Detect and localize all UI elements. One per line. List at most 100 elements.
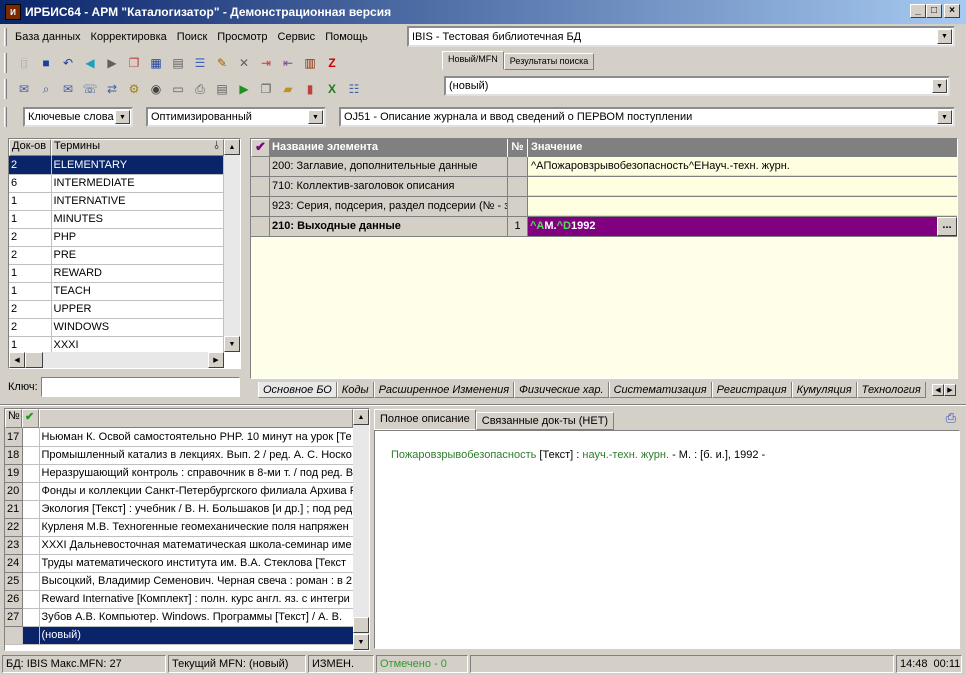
result-row[interactable]: 19 Неразрушающий контроль : справочник в … bbox=[5, 464, 354, 483]
field-value[interactable]: ^AПожаровзрывобезопасность^EНауч.-техн. … bbox=[528, 157, 957, 176]
col-terms[interactable]: Термины ⫰ bbox=[51, 139, 224, 156]
chevron-down-icon[interactable]: ▼ bbox=[932, 79, 947, 93]
result-checkbox[interactable] bbox=[22, 446, 40, 465]
chevron-down-icon[interactable]: ▼ bbox=[937, 29, 952, 44]
result-checkbox[interactable] bbox=[22, 428, 40, 447]
menu-help[interactable]: Помощь bbox=[320, 31, 373, 43]
page-tab[interactable]: Систематизация bbox=[608, 382, 712, 398]
link-icon[interactable]: ⇄ bbox=[101, 78, 123, 100]
page-tab[interactable]: Физические хар. bbox=[514, 382, 609, 398]
globalchange-icon[interactable]: ⚙ bbox=[123, 78, 145, 100]
result-checkbox[interactable] bbox=[22, 590, 40, 609]
toolbar-grip[interactable] bbox=[4, 53, 7, 73]
next-record-icon[interactable]: ▶ bbox=[101, 52, 123, 74]
dictionary-row[interactable]: 2 ELEMENTARY bbox=[9, 156, 224, 175]
menu-search[interactable]: Поиск bbox=[172, 31, 212, 43]
editor-row[interactable]: 923: Серия, подсерия, раздел подсерии (№… bbox=[251, 197, 957, 217]
result-row[interactable]: 22 Курленя М.В. Техногенные геомеханическ… bbox=[5, 518, 354, 537]
copy-icon[interactable]: ❐ bbox=[255, 78, 277, 100]
result-row[interactable]: 20 Фонды и коллекции Санкт-Петербургского… bbox=[5, 482, 354, 501]
worksheet-select[interactable]: OJ51 - Описание журнала и ввод сведений … bbox=[339, 107, 955, 127]
result-checkbox[interactable] bbox=[22, 554, 40, 573]
dictionary-row[interactable]: 2 PHP bbox=[9, 228, 224, 247]
scroll-up-icon[interactable]: ▲ bbox=[224, 139, 240, 155]
field-value[interactable] bbox=[528, 177, 957, 196]
result-checkbox[interactable] bbox=[22, 572, 40, 591]
field-value-editor[interactable]: ^AМ.^D1992... bbox=[528, 217, 957, 236]
result-checkbox[interactable] bbox=[22, 536, 40, 555]
dictionary-vscroll[interactable]: ▲ ▼ bbox=[224, 139, 240, 352]
comment-icon[interactable]: ✉ bbox=[13, 78, 35, 100]
new-record-icon[interactable]: ▯ bbox=[13, 52, 35, 74]
excel-icon[interactable]: X bbox=[321, 78, 343, 100]
tab-new-mfn[interactable]: Новый/MFN bbox=[442, 51, 504, 70]
print-icon[interactable]: ⎙ bbox=[189, 78, 211, 100]
desc-subtitle[interactable]: науч.-техн. журн. bbox=[582, 449, 669, 461]
close-button[interactable]: × bbox=[944, 4, 960, 18]
scroll-thumb[interactable] bbox=[353, 617, 369, 633]
dictionary-row[interactable]: 2 UPPER bbox=[9, 300, 224, 319]
ellipsis-button[interactable]: ... bbox=[937, 217, 957, 236]
scroll-down-icon[interactable]: ▼ bbox=[353, 634, 369, 650]
view-icon[interactable]: ◉ bbox=[145, 78, 167, 100]
row-indicator[interactable] bbox=[251, 197, 270, 216]
menu-service[interactable]: Сервис bbox=[273, 31, 321, 43]
editor-row[interactable]: 710: Коллектив-заголовок описания bbox=[251, 177, 957, 197]
database-select[interactable]: IBIS - Тестовая библиотечная БД ▼ bbox=[407, 26, 955, 47]
result-checkbox[interactable] bbox=[22, 500, 40, 519]
scroll-up-icon[interactable]: ▲ bbox=[353, 409, 369, 425]
result-checkbox[interactable] bbox=[22, 626, 40, 645]
maximize-button[interactable]: □ bbox=[926, 4, 942, 18]
dictionary-row[interactable]: 1 TEACH bbox=[9, 282, 224, 301]
settings-icon[interactable]: ☷ bbox=[343, 78, 365, 100]
mail-icon[interactable]: ✉ bbox=[57, 78, 79, 100]
save-icon[interactable]: ■ bbox=[35, 52, 57, 74]
chevron-down-icon[interactable]: ▼ bbox=[115, 110, 130, 124]
table-icon[interactable]: ▦ bbox=[145, 52, 167, 74]
scroll-down-icon[interactable]: ▼ bbox=[224, 336, 240, 352]
row-indicator[interactable] bbox=[251, 177, 270, 196]
run-icon[interactable]: ▶ bbox=[233, 78, 255, 100]
splitter[interactable] bbox=[0, 404, 966, 406]
record-select[interactable]: (новый) ▼ bbox=[444, 76, 950, 96]
import-icon[interactable]: ⇥ bbox=[255, 52, 277, 74]
result-row[interactable]: 24 Труды математического института им. В.… bbox=[5, 554, 354, 573]
menu-database[interactable]: База данных bbox=[10, 31, 86, 43]
result-row[interactable]: 23 XXXI Дальневосточная математическая шк… bbox=[5, 536, 354, 555]
page-tab[interactable]: Технология bbox=[856, 382, 926, 398]
check-icon[interactable]: ✔ bbox=[22, 409, 39, 428]
result-checkbox[interactable] bbox=[22, 518, 40, 537]
dictionary-row[interactable]: 6 INTERMEDIATE bbox=[9, 174, 224, 193]
chevron-down-icon[interactable]: ▼ bbox=[308, 110, 323, 124]
tab-full-description[interactable]: Полное описание bbox=[374, 409, 476, 430]
col-description[interactable] bbox=[39, 409, 353, 428]
result-row[interactable]: 27 Зубов А.В. Компьютер. Windows. Програм… bbox=[5, 608, 354, 627]
row-indicator[interactable] bbox=[251, 217, 270, 236]
editor-row[interactable]: 200: Заглавие, дополнительные данные ^AПо… bbox=[251, 157, 957, 177]
undo-icon[interactable]: ↶ bbox=[57, 52, 79, 74]
page-tab[interactable]: Основное БО bbox=[258, 382, 337, 398]
chart-icon[interactable]: ▮ bbox=[299, 78, 321, 100]
worksheet-mode-select[interactable]: Оптимизированный ▼ bbox=[146, 107, 326, 127]
export-icon[interactable]: ⇤ bbox=[277, 52, 299, 74]
result-row-new[interactable]: (новый) bbox=[5, 626, 354, 645]
check-icon[interactable]: ✔ bbox=[251, 139, 270, 157]
col-docs[interactable]: Док-ов bbox=[9, 139, 51, 156]
row-indicator[interactable] bbox=[251, 157, 270, 176]
copy-record-icon[interactable]: ❐ bbox=[123, 52, 145, 74]
page-tab[interactable]: Кумуляция bbox=[791, 382, 857, 398]
print-preview-icon[interactable]: ⎙ bbox=[946, 410, 956, 426]
output-icon[interactable]: ▤ bbox=[211, 78, 233, 100]
edit-icon[interactable]: ✎ bbox=[211, 52, 233, 74]
minimize-button[interactable]: _ bbox=[910, 4, 926, 18]
result-row[interactable]: 26 Reward Internative [Комплект] : полн. … bbox=[5, 590, 354, 609]
menu-view[interactable]: Просмотр bbox=[212, 31, 272, 43]
search-field-icon[interactable]: ⌕ bbox=[35, 78, 57, 100]
tab-scroll-right-icon[interactable]: ▶ bbox=[944, 384, 956, 396]
dictionary-row[interactable]: 1 REWARD bbox=[9, 264, 224, 283]
toolbar-grip[interactable] bbox=[4, 79, 7, 99]
dictionary-row[interactable]: 2 PRE bbox=[9, 246, 224, 265]
search-mode-select[interactable]: Ключевые слова ▼ bbox=[23, 107, 133, 127]
z3950-icon[interactable]: Z bbox=[321, 52, 343, 74]
page-tab[interactable]: Регистрация bbox=[711, 382, 792, 398]
